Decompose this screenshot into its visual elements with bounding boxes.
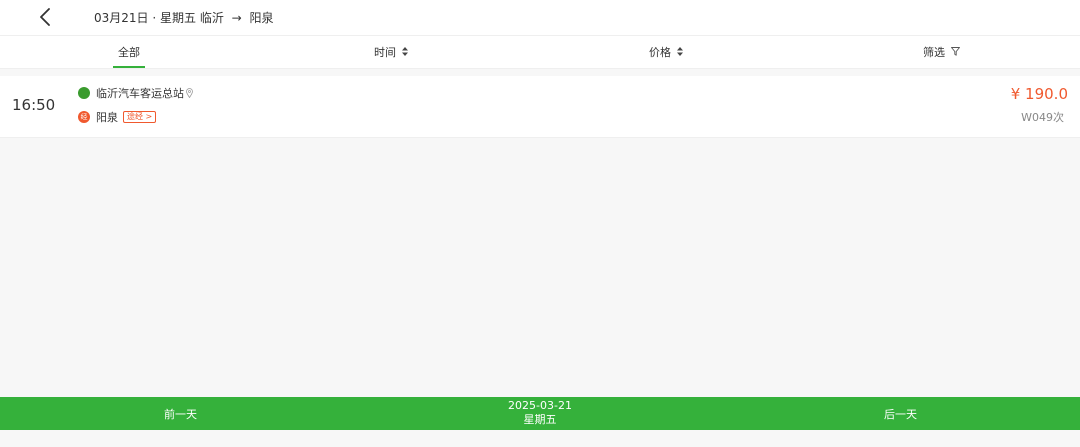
location-pin-icon[interactable] [186, 88, 193, 98]
back-button[interactable] [34, 6, 56, 28]
tab-time-label: 时间 [374, 46, 396, 59]
tab-filter[interactable]: 筛选 [923, 36, 960, 68]
previous-day-button[interactable]: 前一天 [164, 397, 197, 430]
filter-icon [951, 46, 960, 58]
current-date-button[interactable]: 2025-03-21 星期五 [490, 399, 590, 427]
tab-time[interactable]: 时间 [374, 36, 408, 68]
current-weekday: 星期五 [523, 413, 557, 426]
trip-number: W049次 [1021, 111, 1064, 124]
tab-all[interactable]: 全部 [113, 36, 145, 68]
destination-city: 阳泉 [249, 11, 274, 25]
current-date: 2025-03-21 [508, 399, 572, 412]
origin-city: 临沂 [199, 11, 224, 25]
next-day-button[interactable]: 后一天 [884, 397, 917, 430]
top-header: 03月21日 · 星期五 临沂 → 阳泉 [0, 0, 1080, 35]
route-arrow: → [231, 11, 242, 25]
start-dot-icon [78, 87, 90, 99]
sort-icon [677, 46, 683, 58]
tab-all-label: 全部 [118, 46, 140, 59]
date-switch-bar: 前一天 2025-03-21 星期五 后一天 [0, 397, 1080, 430]
trip-card[interactable]: 16:50 临沂汽车客运总站 经 阳泉 途经 > ¥ 190.0 W049次 [0, 76, 1080, 138]
sort-icon [402, 46, 408, 58]
departure-time: 16:50 [12, 96, 56, 114]
chevron-left-icon [40, 8, 50, 26]
end-station: 阳泉 [96, 111, 118, 124]
end-mark-icon: 经 [78, 111, 90, 123]
route-title: 03月21日 · 星期五 临沂 → 阳泉 [94, 9, 274, 26]
start-station-row: 临沂汽车客运总站 [78, 85, 193, 101]
sort-tabs: 全部 时间 价格 筛选 [0, 35, 1080, 69]
via-stops-button[interactable]: 途经 > [123, 111, 157, 123]
tab-price[interactable]: 价格 [649, 36, 683, 68]
tab-price-label: 价格 [649, 46, 671, 59]
ticket-price: ¥ 190.0 [1010, 85, 1068, 103]
end-station-row: 经 阳泉 途经 > [78, 109, 157, 125]
tab-filter-label: 筛选 [923, 46, 945, 59]
start-station: 临沂汽车客运总站 [96, 87, 184, 100]
travel-date: 03月21日 · 星期五 [94, 11, 196, 25]
